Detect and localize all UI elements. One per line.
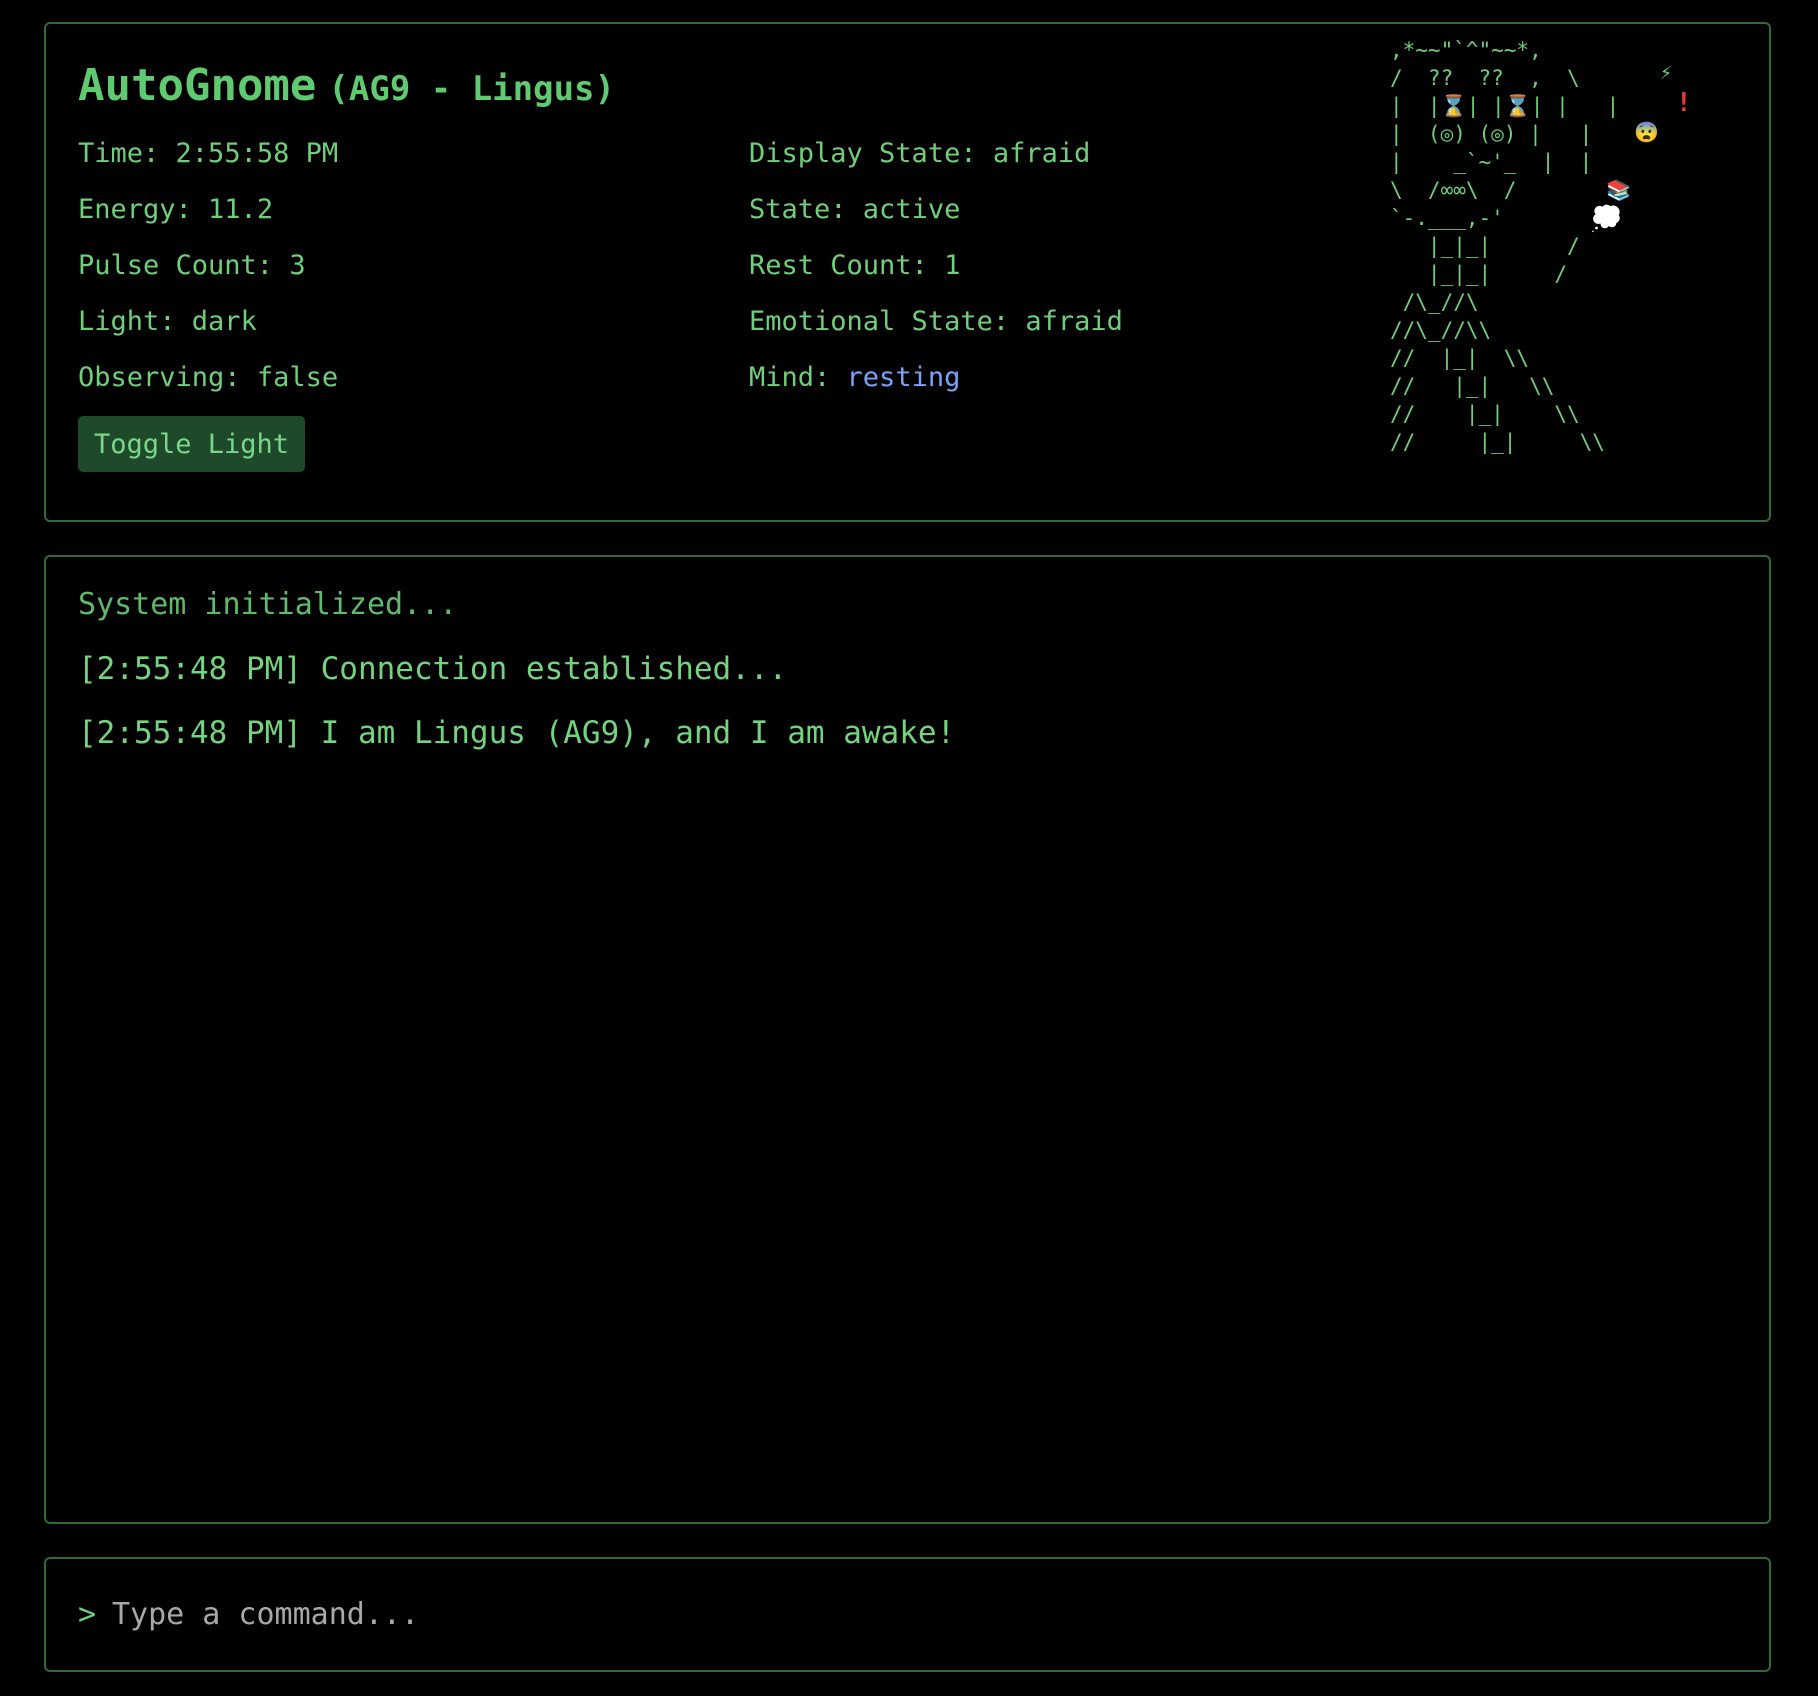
stat-light: Light: dark bbox=[78, 304, 338, 360]
stat-value: 11.2 bbox=[208, 194, 274, 225]
app-title: AutoGnome (AG9 - Lingus) bbox=[78, 60, 615, 111]
app-subtitle: (AG9 - Lingus) bbox=[328, 69, 615, 109]
stat-label: Rest Count: bbox=[749, 250, 945, 281]
stat-observing: Observing: false bbox=[78, 360, 338, 416]
books-icon: 📚 bbox=[1606, 178, 1631, 202]
stat-value-mind: resting bbox=[846, 362, 961, 393]
fearful-face-icon: 😨 bbox=[1634, 120, 1659, 144]
stat-label: Emotional State: bbox=[749, 306, 1026, 337]
stat-value: dark bbox=[191, 306, 257, 337]
log-list: System initialized... [2:55:48 PM] Conne… bbox=[78, 585, 1737, 777]
lightning-icon: ⚡ bbox=[1660, 60, 1673, 84]
stat-display-state: Display State: afraid bbox=[749, 136, 1123, 192]
stat-label: State: bbox=[749, 194, 863, 225]
log-entry: [2:55:48 PM] I am Lingus (AG9), and I am… bbox=[78, 715, 956, 751]
log-panel[interactable]: System initialized... [2:55:48 PM] Conne… bbox=[44, 555, 1771, 1524]
stat-value: afraid bbox=[1025, 306, 1123, 337]
stat-label: Time: bbox=[78, 138, 176, 169]
stat-label: Display State: bbox=[749, 138, 993, 169]
stat-state: State: active bbox=[749, 192, 1123, 248]
stats-right: Display State: afraid State: active Rest… bbox=[749, 136, 1123, 416]
toggle-light-button[interactable]: Toggle Light bbox=[78, 416, 306, 472]
stat-label: Pulse Count: bbox=[78, 250, 290, 281]
exclamation-icon: ! bbox=[1676, 88, 1692, 118]
command-panel: > bbox=[44, 1557, 1771, 1672]
stat-value: 3 bbox=[289, 250, 306, 281]
stat-value: active bbox=[862, 194, 961, 225]
stat-label: Energy: bbox=[78, 194, 209, 225]
stat-value: 2:55:58 PM bbox=[175, 138, 339, 169]
stat-value: 1 bbox=[944, 250, 961, 281]
stat-emotional-state: Emotional State: afraid bbox=[749, 304, 1123, 360]
stat-pulse-count: Pulse Count: 3 bbox=[78, 248, 338, 304]
stat-label: Mind: bbox=[749, 362, 847, 393]
stat-time: Time: 2:55:58 PM bbox=[78, 136, 338, 192]
stat-value: false bbox=[256, 362, 339, 393]
app-title-text: AutoGnome bbox=[78, 60, 317, 111]
log-system-message: System initialized... bbox=[78, 587, 458, 622]
stats-left: Time: 2:55:58 PM Energy: 11.2 Pulse Coun… bbox=[78, 136, 338, 416]
gnome-ascii-art: ,*~~"`^"~~*, / ?? ?? , \ | |⌛| |⌛| | | |… bbox=[1390, 38, 1620, 454]
stat-rest-count: Rest Count: 1 bbox=[749, 248, 1123, 304]
prompt-symbol: > bbox=[78, 1597, 97, 1632]
stat-label: Light: bbox=[78, 306, 192, 337]
stat-value: afraid bbox=[992, 138, 1091, 169]
log-entry: [2:55:48 PM] Connection established... bbox=[78, 651, 788, 687]
thought-bubble-icon: 💭 bbox=[1590, 204, 1623, 234]
stat-label: Observing: bbox=[78, 362, 257, 393]
command-input[interactable] bbox=[112, 1589, 1712, 1639]
stat-mind: Mind: resting bbox=[749, 360, 1123, 416]
stat-energy: Energy: 11.2 bbox=[78, 192, 338, 248]
